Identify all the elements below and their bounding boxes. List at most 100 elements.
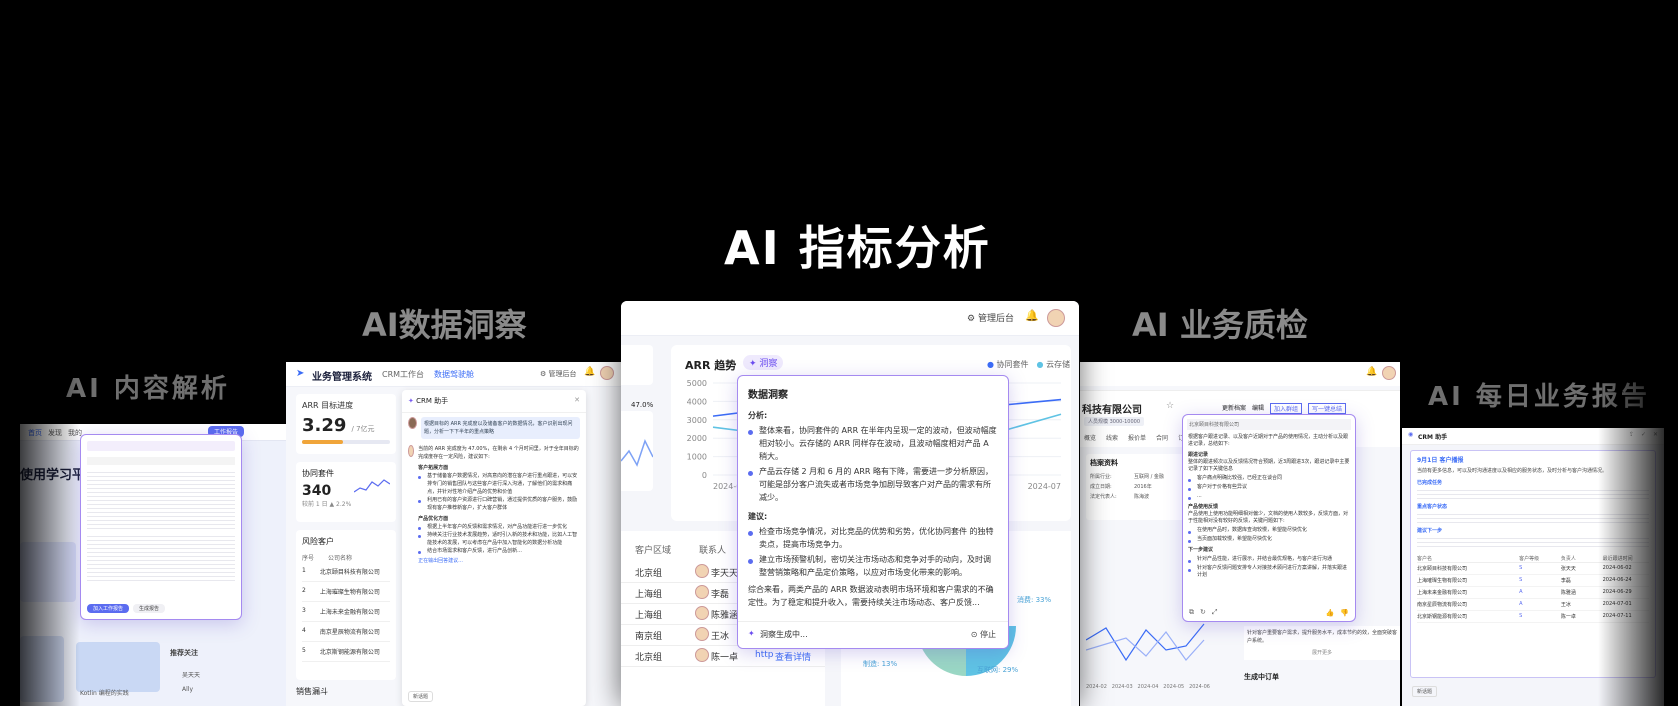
summary-button[interactable]: 写一键总结 xyxy=(1308,403,1347,414)
thumbs-up-icon[interactable]: 👍 xyxy=(1326,609,1335,617)
report-section-title: 建议下一步 xyxy=(1417,528,1443,534)
percent-label: 47.0% xyxy=(631,401,654,409)
report-table-row[interactable]: 北京斯钢能源有限公司 S 陈一卓 2024-07-11 xyxy=(1417,611,1649,623)
refresh-icon[interactable]: ↻ xyxy=(1200,608,1206,617)
risk-no: 2 xyxy=(302,587,306,594)
course-thumbnail[interactable] xyxy=(76,642,160,692)
bullet-item: 整体来看，协同套件的 ARR 在半年内呈现一定的波动，但波动幅度相对较小。云存储… xyxy=(748,424,998,463)
close-icon[interactable]: ✕ xyxy=(574,396,580,404)
bullet-item: 检查市场竞争情况，对比竞品的优势和劣势，优化协同套件 的独特卖点，提高市场竞争力… xyxy=(748,525,998,551)
cell-link[interactable]: http xyxy=(755,650,773,660)
legend-dot: ● xyxy=(1036,360,1044,369)
report-table-row[interactable]: 南京星辰物流有限公司 A 王冰 2024-07-01 xyxy=(1417,599,1649,611)
bullet-dot xyxy=(1188,569,1191,572)
bullet-text: 针对客户反馈问题安排专人对接技术顾问进行方案讲解，并落实跟进计划 xyxy=(1197,565,1348,578)
bullet-item: 客户对于价格有些异议 xyxy=(1188,484,1350,491)
bell-icon[interactable]: 🔔 xyxy=(1025,309,1039,322)
report-cell-level: A xyxy=(1519,601,1523,607)
center-admin-link[interactable]: ⚙ 管理后台 xyxy=(967,311,1014,324)
usage-text: 产品使用上使用功能明细相对偏少，文档的使用人数较多，反馈方面，对于性能相对没有较… xyxy=(1188,511,1349,524)
nav-crm[interactable]: CRM工作台 xyxy=(382,369,424,380)
bell-icon[interactable]: 🔔 xyxy=(584,367,595,377)
bottom-note: 针对客户重要客户需求，提升服务水平，成本节约的效，全面突破客户系统。 展开更多 xyxy=(1244,626,1400,660)
y-tick-label: 3000 xyxy=(687,416,707,425)
report-cell-name: 北京颐目科技有限公司 xyxy=(1417,566,1468,572)
report-table-row[interactable]: 上海璀璨生物有限公司 S 李磊 2024-06-24 xyxy=(1417,575,1649,587)
nav-dashboard[interactable]: 数据驾驶舱 xyxy=(434,369,474,380)
thumbs-down-icon[interactable]: 👎 xyxy=(1340,609,1349,617)
bell-icon[interactable]: 🔔 xyxy=(1366,367,1377,377)
report-table-row[interactable]: 上海未来金融有限公司 A 陈雅涵 2024-06-29 xyxy=(1417,587,1649,599)
section-item: 结合市场需求和客户反馈，进行产品创新... xyxy=(418,547,580,555)
report-table-row[interactable]: 北京颐目科技有限公司 S 张天天 2024-06-02 xyxy=(1417,563,1649,575)
risk-no: 4 xyxy=(302,627,306,634)
view-details-link[interactable]: 查看详情 xyxy=(775,650,811,663)
risk-no: 5 xyxy=(302,647,306,654)
funnel-title: 销售漏斗 xyxy=(296,687,328,696)
tab-1[interactable]: 线索 xyxy=(1106,433,1118,442)
section-item: 基于储备客户数据情况，对高意向的潜在客户进行重点跟进，可以安排专门的销售团队与这… xyxy=(418,472,580,496)
report-cell-level: S xyxy=(1519,613,1523,619)
profile-label: 法定代表人: xyxy=(1090,494,1117,500)
pie-label: 制造: 13% xyxy=(863,660,898,668)
tab-0[interactable]: 概览 xyxy=(1084,433,1096,442)
copy-icon[interactable]: ⧉ xyxy=(1189,608,1194,617)
insight-summary: 综合来看，两类产品的 ARR 数据波动表明市场环境和客户需求的不确定性。为了稳定… xyxy=(748,585,994,607)
bullet-text: 产品云存储 2 月和 6 月的 ARR 略有下降，需要进一步分析原因，可能是部分… xyxy=(759,467,994,502)
left-admin-link[interactable]: ⚙ 管理后台 xyxy=(540,369,577,379)
risk-row[interactable]: 4 南京星辰物流有限公司 xyxy=(302,622,390,642)
recommend-item[interactable]: 吴天天 xyxy=(182,670,200,679)
insight-tag[interactable]: ✦ 洞察 xyxy=(743,355,784,370)
risk-row[interactable]: 5 北京斯钢能源有限公司 xyxy=(302,642,390,662)
arr-progress-bar xyxy=(302,440,344,444)
contact-avatar xyxy=(695,627,709,641)
course-thumbnail[interactable] xyxy=(20,542,76,602)
tab-2[interactable]: 报价单 xyxy=(1128,433,1146,442)
risk-row[interactable]: 3 上海未来金融有限公司 xyxy=(302,602,390,622)
cell-region: 上海组 xyxy=(635,590,663,600)
user-avatar[interactable] xyxy=(1047,309,1065,327)
user-avatar[interactable] xyxy=(1382,366,1396,380)
stop-label: 停止 xyxy=(980,630,996,639)
tab-3[interactable]: 合同 xyxy=(1156,433,1168,442)
star-icon[interactable]: ☆ xyxy=(1166,401,1174,411)
expand-link[interactable]: 展开更多 xyxy=(1247,649,1397,657)
course-thumbnail[interactable] xyxy=(20,636,64,702)
join-group-button[interactable]: 加入群组 xyxy=(1270,403,1303,414)
cell-contact: 李磊 xyxy=(711,590,730,600)
arr-value: 3.29 xyxy=(302,415,347,436)
bullet-text: 当页面加载较慢，希望能尽快优化 xyxy=(1197,536,1273,542)
user-avatar[interactable] xyxy=(600,366,614,380)
bullet-text: ... xyxy=(1197,493,1202,499)
new-chat-button[interactable]: 新话题 xyxy=(408,691,434,702)
app-title: 业务管理系统 xyxy=(312,372,372,383)
risk-row[interactable]: 1 北京颐目科技有限公司 xyxy=(302,562,390,582)
cell-region: 北京组 xyxy=(635,653,663,663)
add-report-button[interactable]: 加入工作报告 xyxy=(87,604,130,613)
followup-text: 整体的跟进频次以及反馈情况符合预期，近3周跟进3次，跟进记录中主要记录了如下关键… xyxy=(1188,459,1350,472)
bullet-dot xyxy=(748,430,753,435)
contact-avatar xyxy=(695,564,709,578)
check-icon[interactable]: ✓ xyxy=(1641,431,1646,438)
assistant-title: CRM 助手 xyxy=(416,397,449,405)
share-icon[interactable]: ⇪ xyxy=(1629,431,1634,438)
close-icon[interactable]: ✕ xyxy=(1653,431,1658,438)
report-cell-date: 2024-06-24 xyxy=(1602,577,1632,583)
bullet-text: 客户痛点明确比较强，已经正在谈合同 xyxy=(1197,475,1283,481)
expand-icon[interactable]: ⤢ xyxy=(1212,608,1218,617)
chart-title: ARR 趋势 xyxy=(685,359,737,372)
report-new-chat-button[interactable]: 新话题 xyxy=(1412,686,1438,697)
risk-row[interactable]: 2 上海璀璨生物有限公司 xyxy=(302,582,390,602)
report-table-header: 最近跟进时间 xyxy=(1602,556,1633,562)
recommend-item[interactable]: Ally xyxy=(182,686,193,693)
edit-button[interactable]: 编辑 xyxy=(1252,403,1264,414)
report-table-header: 客户等级 xyxy=(1519,556,1540,562)
bullet-item: ... xyxy=(1188,493,1350,500)
report-cell-owner: 陈雅涵 xyxy=(1560,590,1576,596)
generate-report-button[interactable]: 生成报告 xyxy=(133,604,166,613)
stop-button[interactable]: ⊙ 停止 xyxy=(971,629,996,640)
section-item-text: 基于储备客户数据情况，对高意向的潜在客户进行重点跟进，可以安排专门的销售团队与这… xyxy=(427,473,578,495)
update-profile-button[interactable]: 更新档案 xyxy=(1222,403,1246,414)
bullet-dot xyxy=(418,527,422,530)
user-avatar xyxy=(408,417,417,429)
